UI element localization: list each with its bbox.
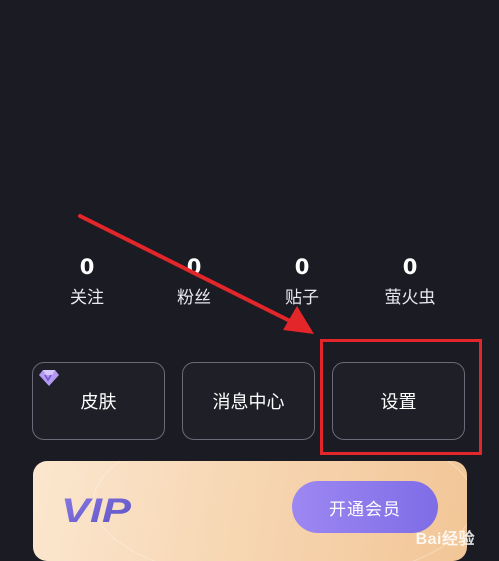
stat-following[interactable]: 0 关注 [32, 255, 142, 309]
profile-stats: 0 关注 0 粉丝 0 贴子 0 萤火虫 [0, 255, 499, 325]
stat-posts-label: 贴子 [285, 288, 319, 308]
skin-button[interactable]: 皮肤 [32, 362, 165, 440]
stat-fireflies-count: 0 [402, 255, 418, 279]
stat-following-label: 关注 [70, 288, 104, 308]
message-center-button[interactable]: 消息中心 [182, 362, 315, 440]
vip-logo: VIP [61, 492, 131, 528]
stat-posts-count: 0 [294, 255, 310, 279]
vip-banner[interactable]: VIP 开通会员 [33, 461, 467, 561]
message-center-label: 消息中心 [212, 392, 285, 413]
stat-fireflies[interactable]: 0 萤火虫 [355, 255, 465, 309]
stat-fireflies-label: 萤火虫 [384, 288, 436, 308]
diamond-icon [39, 370, 59, 386]
settings-highlight-box [320, 339, 482, 455]
vip-logo-text: VIP [61, 492, 131, 528]
stat-following-count: 0 [79, 255, 95, 279]
stat-followers[interactable]: 0 粉丝 [139, 255, 249, 309]
stat-followers-label: 粉丝 [177, 288, 211, 308]
watermark: Bai经验 [415, 531, 475, 548]
stat-posts[interactable]: 0 贴子 [247, 255, 357, 309]
skin-label: 皮肤 [80, 392, 117, 413]
stat-followers-count: 0 [186, 255, 202, 279]
